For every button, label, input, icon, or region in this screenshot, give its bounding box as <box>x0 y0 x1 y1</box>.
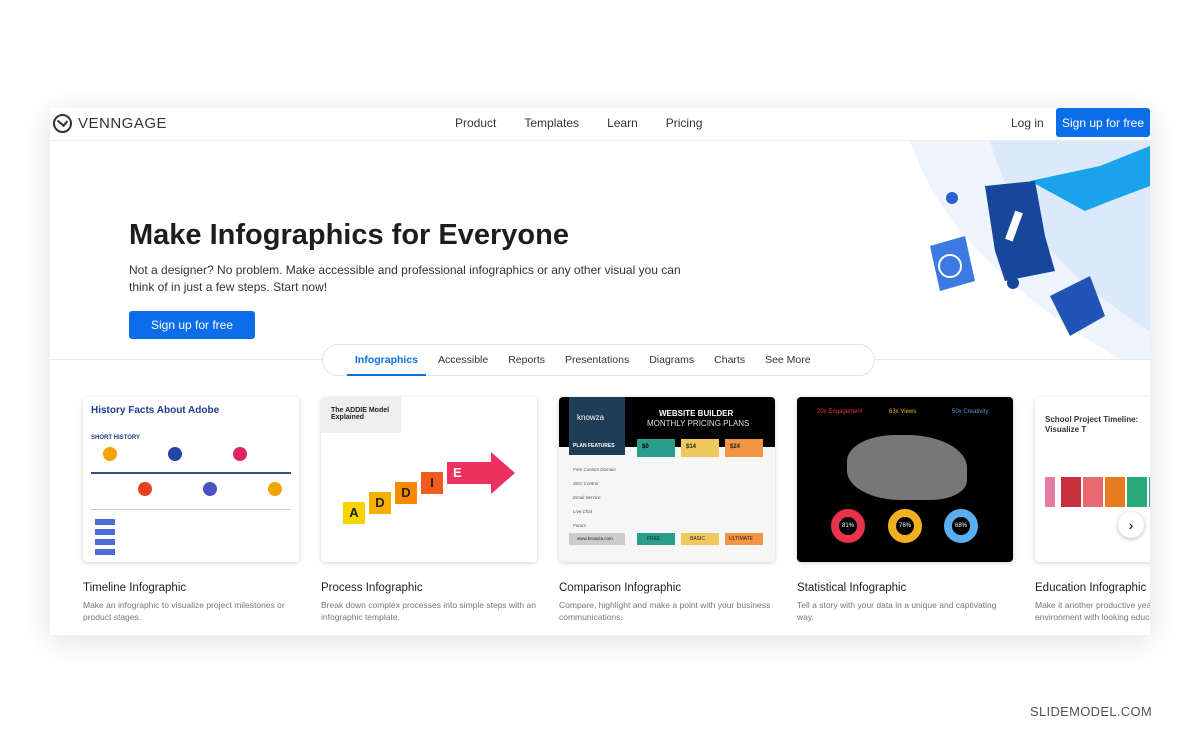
price: $0 <box>637 439 675 457</box>
card-description: Make an infographic to visualize project… <box>83 600 285 622</box>
template-card-statistical[interactable]: 20x Engagement 63x Views 50x Creativity … <box>797 397 1013 623</box>
nav-templates[interactable]: Templates <box>524 116 579 130</box>
category-tabs: Infographics Accessible Reports Presenta… <box>322 344 875 376</box>
template-card-comparison[interactable]: knowza PLAN FEATURES WEBSITE BUILDER MON… <box>559 397 775 623</box>
feature: Forum <box>573 523 587 528</box>
brand-name: VENNGAGE <box>78 115 168 132</box>
stat: 63x Views <box>889 409 917 415</box>
card-title[interactable]: Process Infographic <box>321 582 537 594</box>
step-letter: I <box>421 472 443 494</box>
thumb-subheading: MONTHLY PRICING PLANS <box>647 419 750 428</box>
plan: FREE <box>637 533 675 545</box>
logo[interactable]: VENNGAGE <box>53 114 167 133</box>
stat: 50x Creativity <box>952 409 989 415</box>
donut: 81% <box>831 509 865 543</box>
thumb-brand: knowza <box>577 413 605 422</box>
template-card-education[interactable]: School Project Timeline: Visualize T Edu… <box>1035 397 1150 623</box>
donut: 76% <box>888 509 922 543</box>
hero: Make Infographics for Everyone Not a des… <box>50 141 1150 359</box>
card-title[interactable]: Education Infographic <box>1035 582 1150 594</box>
tab-reports[interactable]: Reports <box>498 344 555 376</box>
card-description: Break down complex processes into simple… <box>321 600 536 622</box>
login-link[interactable]: Log in <box>1011 116 1044 130</box>
card-description: Make it another productive year to the l… <box>1035 600 1150 622</box>
puzzle-illustration <box>910 141 1150 359</box>
stat: 20x Engagement <box>817 409 863 415</box>
donut: 68% <box>944 509 978 543</box>
template-thumbnail[interactable]: The ADDIE Model Explained A D D I E <box>321 397 537 562</box>
nav-product[interactable]: Product <box>455 116 496 130</box>
template-card-timeline[interactable]: History Facts About Adobe SHORT HISTORY … <box>83 397 299 623</box>
tab-diagrams[interactable]: Diagrams <box>639 344 704 376</box>
thumb-features-label: PLAN FEATURES <box>573 443 615 449</box>
hero-subtitle: Not a designer? No problem. Make accessi… <box>129 263 681 294</box>
template-thumbnail[interactable]: History Facts About Adobe SHORT HISTORY <box>83 397 299 562</box>
step-letter: E <box>447 462 491 484</box>
plan: ULTIMATE <box>725 533 763 545</box>
card-description: Tell a story with your data in a unique … <box>797 600 997 622</box>
card-title[interactable]: Statistical Infographic <box>797 582 1013 594</box>
thumb-url: www.knowza.com <box>569 533 625 545</box>
thumb-section: SHORT HISTORY <box>91 435 141 441</box>
signup-button-hero[interactable]: Sign up for free <box>129 311 255 339</box>
price: $24 <box>725 439 763 457</box>
step-letter: A <box>343 502 365 524</box>
template-card-process[interactable]: The ADDIE Model Explained A D D I E Proc… <box>321 397 537 623</box>
watermark-credit: SLIDEMODEL.COM <box>1030 704 1152 719</box>
thumb-heading: The ADDIE Model Explained <box>331 407 390 421</box>
card-title[interactable]: Timeline Infographic <box>83 582 299 594</box>
venngage-logo-icon <box>53 114 72 133</box>
signup-button-nav[interactable]: Sign up for free <box>1056 108 1150 137</box>
nav-learn[interactable]: Learn <box>607 116 638 130</box>
step-letter: D <box>395 482 417 504</box>
plan: BASIC <box>681 533 719 545</box>
thumb-heading: School Project Timeline: Visualize T <box>1045 415 1139 434</box>
feature: Email Service <box>573 495 601 500</box>
feature: Free Custom Domain <box>573 467 616 472</box>
chevron-right-icon: › <box>1128 517 1134 533</box>
tab-see-more[interactable]: See More <box>755 344 821 376</box>
step-letter: D <box>369 492 391 514</box>
tab-accessible[interactable]: Accessible <box>428 344 498 376</box>
tab-presentations[interactable]: Presentations <box>555 344 639 376</box>
browser-frame: VENNGAGE Product Templates Learn Pricing… <box>50 108 1150 635</box>
tab-infographics[interactable]: Infographics <box>345 344 428 376</box>
carousel-next-button[interactable]: › <box>1118 512 1144 538</box>
thumb-heading: History Facts About Adobe <box>91 405 220 416</box>
template-thumbnail[interactable]: 20x Engagement 63x Views 50x Creativity … <box>797 397 1013 562</box>
template-carousel: History Facts About Adobe SHORT HISTORY … <box>83 397 1150 623</box>
feature: Live Chat <box>573 509 593 514</box>
card-description: Compare, highlight and make a point with… <box>559 600 771 622</box>
hero-title: Make Infographics for Everyone <box>129 219 569 251</box>
top-nav: VENNGAGE Product Templates Learn Pricing… <box>50 108 1150 141</box>
thumb-heading: WEBSITE BUILDER <box>659 409 734 418</box>
card-title[interactable]: Comparison Infographic <box>559 582 775 594</box>
tab-charts[interactable]: Charts <box>704 344 755 376</box>
template-thumbnail[interactable]: knowza PLAN FEATURES WEBSITE BUILDER MON… <box>559 397 775 562</box>
feature: SEO Control <box>573 481 599 486</box>
nav-pricing[interactable]: Pricing <box>666 116 703 130</box>
price: $14 <box>681 439 719 457</box>
